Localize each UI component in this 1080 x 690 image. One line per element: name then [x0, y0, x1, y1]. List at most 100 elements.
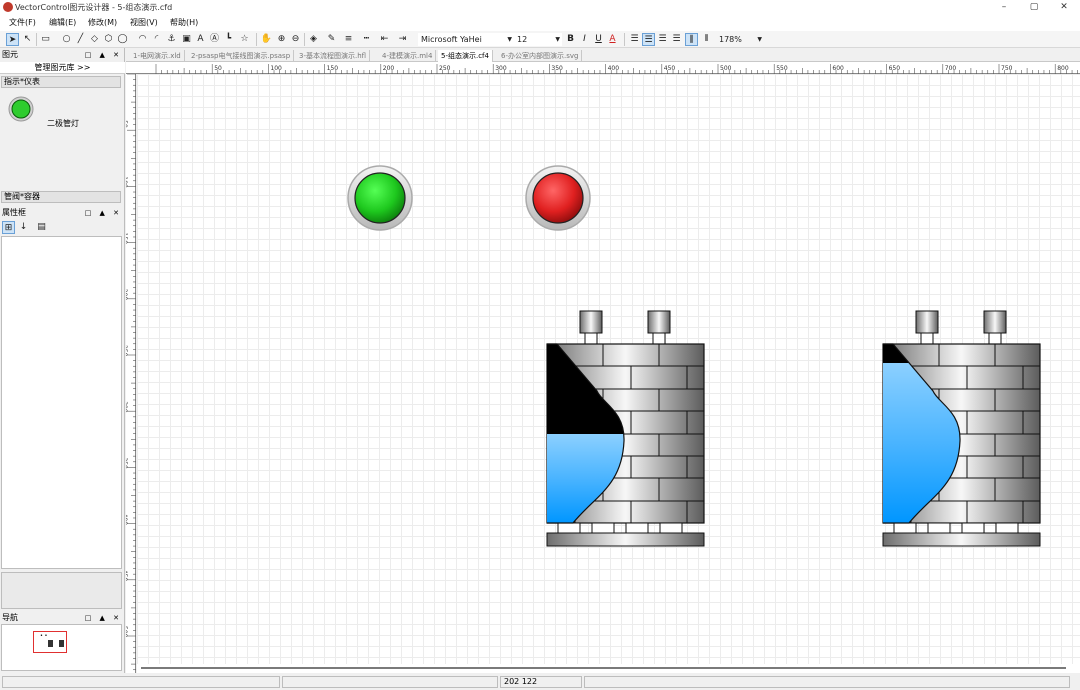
- pan-hand-icon[interactable]: ✋: [260, 33, 273, 46]
- ellipse-icon[interactable]: ○: [60, 33, 73, 46]
- red-indicator-lamp[interactable]: [525, 165, 591, 231]
- vertical-ruler: 50 100 150 200 250 300 350 400 450 500: [121, 73, 136, 673]
- line-width-icon[interactable]: ≡: [342, 33, 355, 46]
- vertical-center-icon[interactable]: ⫼: [685, 33, 698, 46]
- italic-button[interactable]: I: [578, 33, 591, 46]
- menu-help[interactable]: 帮助(H): [170, 17, 198, 28]
- arrow-end-icon[interactable]: ⇥: [396, 33, 409, 46]
- bold-button[interactable]: B: [564, 33, 577, 46]
- tab-doc-6[interactable]: 6-办公室内部图演示.svg: [498, 50, 583, 62]
- title-bar: VectorControl图元设计器 - 5-组态演示.cfd – ▢ ✕: [0, 0, 1080, 15]
- ruler-label: 450: [126, 570, 128, 582]
- maximize-button[interactable]: ▢: [1020, 0, 1048, 15]
- tab-doc-2[interactable]: 2-psasp电气接线图演示.psasp: [188, 50, 295, 62]
- close-button[interactable]: ✕: [1050, 0, 1078, 15]
- ruler-label: 50: [214, 65, 222, 72]
- alphabetical-sort-icon[interactable]: ↓: [17, 221, 30, 234]
- textbox-icon[interactable]: Ⓐ: [208, 33, 221, 46]
- star-icon[interactable]: ☆: [238, 33, 251, 46]
- horizontal-ruler: 50 100 150 200 250 300 350 400 450 500 550 600 650 70…: [126, 62, 1080, 74]
- menu-bar: 文件(F) 编辑(E) 修改(M) 视图(V) 帮助(H): [0, 15, 1080, 31]
- zoom-value: 178%: [719, 35, 742, 44]
- menu-edit[interactable]: 编辑(E): [49, 17, 76, 28]
- green-indicator-lamp[interactable]: [347, 165, 413, 231]
- curve-icon[interactable]: ◜: [150, 33, 163, 46]
- ruler-label: 500: [126, 626, 128, 638]
- nav-title: 导航: [2, 613, 18, 622]
- zoom-in-icon[interactable]: ⊕: [275, 33, 288, 46]
- text-color-button[interactable]: A: [606, 33, 619, 46]
- line-icon[interactable]: ╱: [74, 33, 87, 46]
- group-indicators[interactable]: 指示*仪表: [1, 76, 121, 88]
- menu-view[interactable]: 视图(V): [130, 17, 158, 28]
- circle-icon[interactable]: ◯: [116, 33, 129, 46]
- arrow-start-icon[interactable]: ⇤: [378, 33, 391, 46]
- tank-1[interactable]: [546, 310, 705, 547]
- props-panel-header: 属性框 □ ▲ ✕: [0, 207, 125, 219]
- line-color-icon[interactable]: ✎: [325, 33, 338, 46]
- fill-color-icon[interactable]: ◈: [307, 33, 320, 46]
- props-title: 属性框: [2, 208, 26, 217]
- tab-doc-5[interactable]: 5-组态演示.cf4: [438, 50, 493, 62]
- tab-doc-1[interactable]: 1-电网演示.xld: [130, 50, 185, 62]
- ruler-label: 300: [495, 65, 507, 72]
- align-left-icon[interactable]: ☰: [628, 33, 641, 46]
- nav-panel-header: 导航 □ ▲ ✕: [0, 612, 125, 624]
- panel-controls[interactable]: □ ▲ ✕: [85, 207, 122, 219]
- ruler-label: 700: [945, 65, 957, 72]
- font-name-select[interactable]: Microsoft YaHei ▼: [418, 33, 514, 46]
- minimize-button[interactable]: –: [990, 0, 1018, 15]
- document-tabs: 1-电网演示.xld 2-psasp电气接线图演示.psasp 3-基本流程图演…: [126, 48, 1080, 62]
- property-pages-icon[interactable]: ▤: [35, 221, 48, 234]
- diode-lamp-thumbnail[interactable]: [8, 96, 34, 125]
- tab-doc-3[interactable]: 3-基本流程图演示.hfl: [296, 50, 371, 62]
- property-grid[interactable]: [1, 236, 122, 569]
- anchor-icon[interactable]: ⚓: [165, 33, 178, 46]
- ruler-label: 100: [270, 65, 282, 72]
- menu-modify[interactable]: 修改(M): [88, 17, 117, 28]
- polygon-icon[interactable]: ⬡: [102, 33, 115, 46]
- drawing-canvas[interactable]: [137, 74, 1080, 664]
- image-icon[interactable]: ▣: [180, 33, 193, 46]
- chevron-down-icon: ▼: [507, 36, 512, 43]
- font-size-value: 12: [517, 35, 528, 44]
- select-arrow-icon[interactable]: ➤: [6, 33, 19, 46]
- align-right-icon[interactable]: ☰: [656, 33, 669, 46]
- ruler-label: 250: [126, 345, 128, 357]
- status-segment: [2, 676, 280, 688]
- ruler-label: 500: [720, 65, 732, 72]
- categorized-sort-icon[interactable]: ⊞: [2, 221, 15, 234]
- chevron-down-icon: ▼: [555, 36, 560, 43]
- status-bar: 202 122: [0, 674, 1080, 690]
- underline-button[interactable]: U: [592, 33, 605, 46]
- distribute-icon[interactable]: ⫴: [700, 33, 713, 46]
- tab-doc-4[interactable]: 4-建模演示.ml4: [379, 50, 437, 62]
- node-select-icon[interactable]: ↖: [21, 33, 34, 46]
- line-style-icon[interactable]: ┅: [360, 33, 373, 46]
- navigator-preview[interactable]: • •: [1, 624, 122, 671]
- diamond-icon[interactable]: ◇: [88, 33, 101, 46]
- horizontal-scrollbar[interactable]: [137, 664, 1080, 673]
- text-icon[interactable]: A: [194, 33, 207, 46]
- ruler-label: 100: [126, 176, 128, 188]
- rectangle-icon[interactable]: ▭: [39, 33, 52, 46]
- tank-2[interactable]: [882, 310, 1041, 547]
- align-center-icon[interactable]: ☰: [642, 33, 655, 46]
- justify-icon[interactable]: ☰: [670, 33, 683, 46]
- arc-icon[interactable]: ◠: [136, 33, 149, 46]
- library-tab[interactable]: 管理图元库 >>: [0, 62, 125, 74]
- ruler-label: 450: [664, 65, 676, 72]
- group-valves-containers[interactable]: 管阀*容器: [1, 191, 121, 203]
- zoom-select[interactable]: 178% ▼: [716, 33, 764, 46]
- menu-file[interactable]: 文件(F): [9, 17, 36, 28]
- panel-controls[interactable]: □ ▲ ✕: [85, 612, 122, 624]
- ruler-label: 300: [126, 401, 128, 413]
- ruler-label: 750: [1001, 65, 1013, 72]
- zoom-out-icon[interactable]: ⊖: [289, 33, 302, 46]
- ruler-label: 650: [889, 65, 901, 72]
- scrollbar-thumb[interactable]: [141, 667, 1066, 669]
- font-size-select[interactable]: 12 ▼: [514, 33, 562, 46]
- viewport-frame[interactable]: • •: [33, 631, 67, 653]
- panel-controls[interactable]: □ ▲ ✕: [85, 49, 122, 61]
- connector-icon[interactable]: ┗: [222, 33, 235, 46]
